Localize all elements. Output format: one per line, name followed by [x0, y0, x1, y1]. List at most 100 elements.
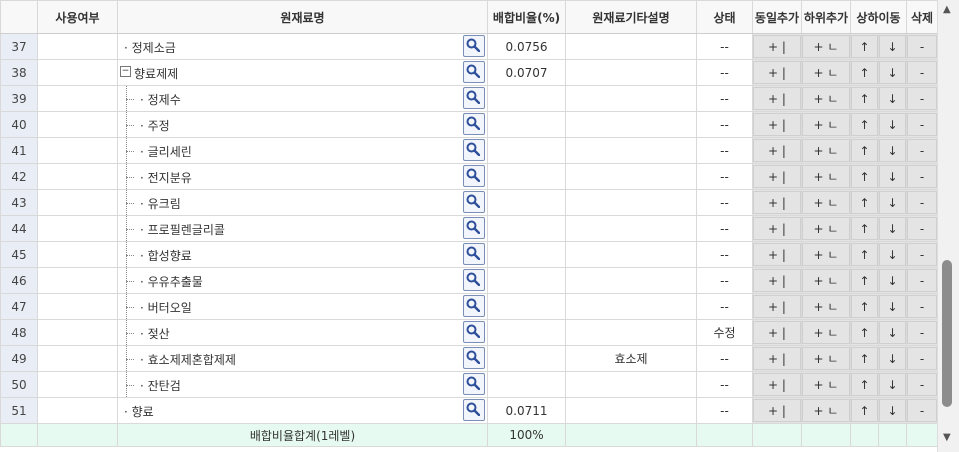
search-button[interactable] — [463, 191, 485, 213]
search-button[interactable] — [463, 113, 485, 135]
move-down-button[interactable]: ↓ — [877, 241, 908, 268]
move-down-button[interactable]: ↓ — [877, 267, 908, 294]
delete-button[interactable]: - — [906, 397, 937, 424]
header-desc[interactable]: 원재료기타설명 — [565, 0, 697, 34]
delete-button[interactable]: - — [906, 163, 937, 190]
table-row[interactable]: 45 · 합성향료 -- + | + ㄴ ↑ ↓ - — [0, 241, 937, 268]
search-button[interactable] — [463, 295, 485, 317]
table-row[interactable]: 50 · 잔탄검 -- + | + ㄴ ↑ ↓ - — [0, 371, 937, 398]
search-button[interactable] — [463, 269, 485, 291]
ratio-cell[interactable] — [487, 189, 566, 216]
table-row[interactable]: 47 · 버터오일 -- + | + ㄴ ↑ ↓ - — [0, 293, 937, 320]
use-cell[interactable] — [37, 137, 118, 164]
ratio-cell[interactable] — [487, 111, 566, 138]
use-cell[interactable] — [37, 111, 118, 138]
move-down-button[interactable]: ↓ — [877, 189, 908, 216]
table-row[interactable]: 37 · 정제소금 0.0756 -- + | + ㄴ ↑ ↓ - — [0, 33, 937, 60]
scroll-down-arrow-icon[interactable]: ▼ — [943, 432, 951, 443]
move-up-button[interactable]: ↑ — [850, 215, 879, 242]
desc-cell[interactable] — [565, 293, 697, 320]
search-button[interactable] — [463, 321, 485, 343]
desc-cell[interactable] — [565, 189, 697, 216]
table-row[interactable]: 43 · 유크림 -- + | + ㄴ ↑ ↓ - — [0, 189, 937, 216]
move-up-button[interactable]: ↑ — [850, 111, 879, 138]
ratio-cell[interactable] — [487, 241, 566, 268]
move-down-button[interactable]: ↓ — [877, 111, 908, 138]
add-child-button[interactable]: + ㄴ — [801, 163, 851, 190]
use-cell[interactable] — [37, 267, 118, 294]
desc-cell[interactable] — [565, 85, 697, 112]
header-ratio[interactable]: 배합비율(%) — [487, 0, 566, 34]
search-button[interactable] — [463, 217, 485, 239]
add-same-button[interactable]: + | — [752, 215, 802, 242]
use-cell[interactable] — [37, 33, 118, 60]
add-child-button[interactable]: + ㄴ — [801, 241, 851, 268]
add-same-button[interactable]: + | — [752, 293, 802, 320]
ingredient-name-cell[interactable]: · 젖산 — [117, 319, 488, 346]
desc-cell[interactable] — [565, 371, 697, 398]
search-button[interactable] — [463, 373, 485, 395]
move-up-button[interactable]: ↑ — [850, 33, 879, 60]
ratio-cell[interactable] — [487, 137, 566, 164]
header-add-child[interactable]: 하위추가 — [801, 0, 851, 34]
delete-button[interactable]: - — [906, 267, 937, 294]
ingredient-name-cell[interactable]: · 버터오일 — [117, 293, 488, 320]
add-child-button[interactable]: + ㄴ — [801, 371, 851, 398]
use-cell[interactable] — [37, 371, 118, 398]
search-button[interactable] — [463, 243, 485, 265]
header-use[interactable]: 사용여부 — [37, 0, 118, 34]
ingredient-name-cell[interactable]: · 전지분유 — [117, 163, 488, 190]
header-move[interactable]: 상하이동 — [849, 0, 908, 34]
ingredient-name-cell[interactable]: · 우유추출물 — [117, 267, 488, 294]
add-same-button[interactable]: + | — [752, 241, 802, 268]
ratio-cell[interactable] — [487, 319, 566, 346]
move-up-button[interactable]: ↑ — [850, 59, 879, 86]
ingredient-name-cell[interactable]: · 정제수 — [117, 85, 488, 112]
move-down-button[interactable]: ↓ — [877, 163, 908, 190]
desc-cell[interactable] — [565, 33, 697, 60]
scrollbar-thumb[interactable] — [942, 260, 952, 407]
delete-button[interactable]: - — [906, 33, 937, 60]
add-child-button[interactable]: + ㄴ — [801, 85, 851, 112]
add-same-button[interactable]: + | — [752, 189, 802, 216]
table-row[interactable]: 46 · 우유추출물 -- + | + ㄴ ↑ ↓ - — [0, 267, 937, 294]
desc-cell[interactable] — [565, 163, 697, 190]
add-same-button[interactable]: + | — [752, 33, 802, 60]
add-child-button[interactable]: + ㄴ — [801, 111, 851, 138]
move-down-button[interactable]: ↓ — [877, 215, 908, 242]
move-down-button[interactable]: ↓ — [877, 345, 908, 372]
move-down-button[interactable]: ↓ — [877, 33, 908, 60]
use-cell[interactable] — [37, 189, 118, 216]
add-same-button[interactable]: + | — [752, 85, 802, 112]
add-child-button[interactable]: + ㄴ — [801, 293, 851, 320]
desc-cell[interactable] — [565, 241, 697, 268]
use-cell[interactable] — [37, 397, 118, 424]
table-row[interactable]: 41 · 글리세린 -- + | + ㄴ ↑ ↓ - — [0, 137, 937, 164]
search-button[interactable] — [463, 347, 485, 369]
move-up-button[interactable]: ↑ — [850, 137, 879, 164]
delete-button[interactable]: - — [906, 189, 937, 216]
add-child-button[interactable]: + ㄴ — [801, 397, 851, 424]
table-row[interactable]: 44 · 프로필렌글리콜 -- + | + ㄴ ↑ ↓ - — [0, 215, 937, 242]
desc-cell[interactable] — [565, 397, 697, 424]
move-up-button[interactable]: ↑ — [850, 241, 879, 268]
ingredient-name-cell[interactable]: · 합성향료 — [117, 241, 488, 268]
desc-cell[interactable]: 효소제 — [565, 345, 697, 372]
use-cell[interactable] — [37, 241, 118, 268]
ingredient-name-cell[interactable]: · 정제소금 — [117, 33, 488, 60]
delete-button[interactable]: - — [906, 215, 937, 242]
move-up-button[interactable]: ↑ — [850, 319, 879, 346]
ingredient-name-cell[interactable]: · 글리세린 — [117, 137, 488, 164]
vertical-scrollbar[interactable]: ▲ ▼ — [937, 0, 959, 452]
add-same-button[interactable]: + | — [752, 137, 802, 164]
desc-cell[interactable] — [565, 267, 697, 294]
ratio-cell[interactable] — [487, 345, 566, 372]
table-row[interactable]: 48 · 젖산 수정 + | + ㄴ ↑ ↓ - — [0, 319, 937, 346]
move-up-button[interactable]: ↑ — [850, 267, 879, 294]
add-same-button[interactable]: + | — [752, 397, 802, 424]
delete-button[interactable]: - — [906, 85, 937, 112]
ratio-cell[interactable] — [487, 267, 566, 294]
move-down-button[interactable]: ↓ — [877, 59, 908, 86]
ratio-cell[interactable]: 0.0711 — [487, 397, 566, 424]
delete-button[interactable]: - — [906, 319, 937, 346]
